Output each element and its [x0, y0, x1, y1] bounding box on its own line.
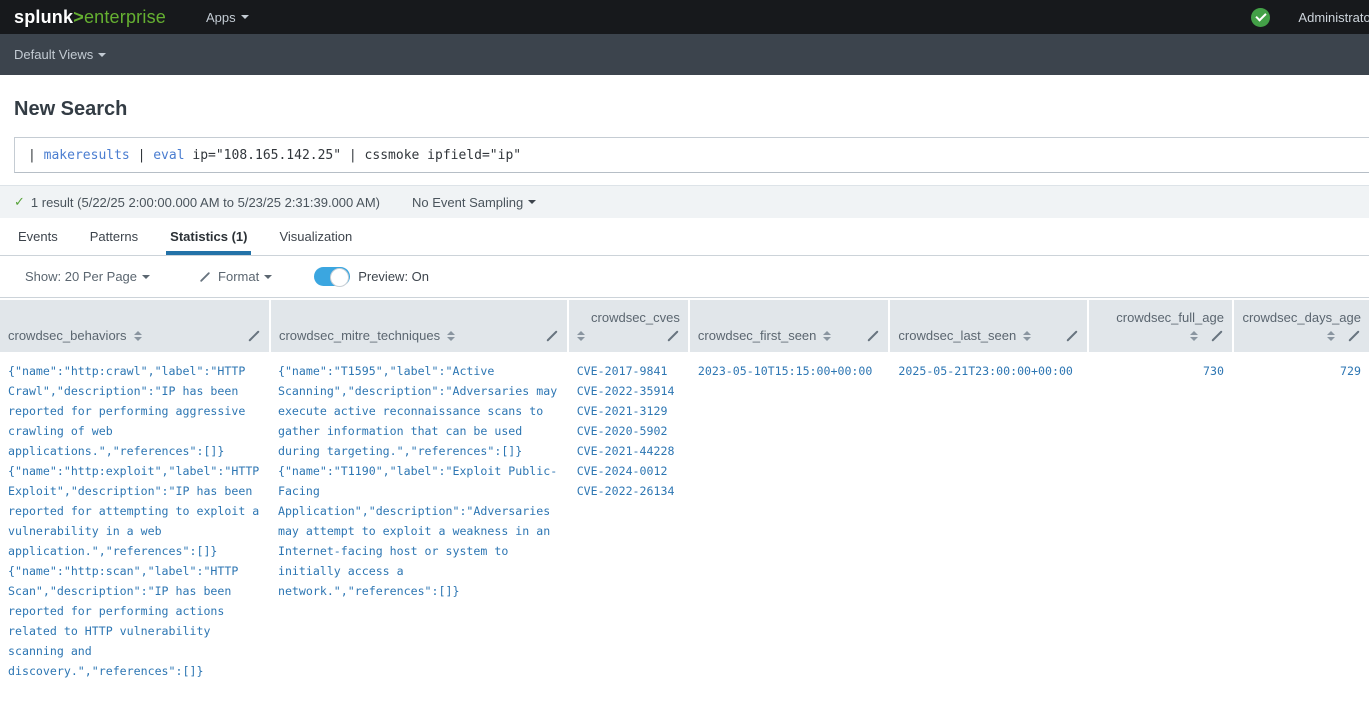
- multivalue-item[interactable]: {"name":"http:scan","label":"HTTP Scan",…: [8, 561, 261, 681]
- multivalue-item[interactable]: CVE-2022-35914: [577, 381, 680, 401]
- user-menu[interactable]: Administrator: [1298, 10, 1369, 25]
- tab-statistics[interactable]: Statistics (1): [166, 229, 251, 255]
- chevron-down-icon: [98, 53, 106, 57]
- multivalue-item[interactable]: CVE-2017-9841: [577, 361, 680, 381]
- edit-column-icon[interactable]: [666, 329, 680, 343]
- event-sampling-menu[interactable]: No Event Sampling: [412, 195, 536, 210]
- column-header-crowdsec-cves[interactable]: crowdsec_cves: [569, 300, 688, 352]
- edit-column-icon[interactable]: [1065, 329, 1079, 343]
- sort-icon[interactable]: [577, 331, 585, 341]
- column-label: crowdsec_behaviors: [8, 328, 127, 343]
- format-label: Format: [218, 269, 259, 284]
- edit-column-icon[interactable]: [1347, 329, 1361, 343]
- logo-text-splunk: splunk: [14, 7, 73, 27]
- cell-crowdsec-last-seen[interactable]: 2025-05-21T23:00:00+00:00: [890, 352, 1087, 690]
- result-summary-text: 1 result (5/22/25 2:00:00.000 AM to 5/23…: [31, 195, 380, 210]
- logo-text-gt: >: [73, 7, 84, 27]
- search-query-input[interactable]: | makeresults | eval ip="108.165.142.25"…: [15, 148, 521, 163]
- column-header-crowdsec-behaviors[interactable]: crowdsec_behaviors: [0, 300, 269, 352]
- query-pipe: |: [28, 148, 44, 163]
- sort-icon[interactable]: [1023, 331, 1031, 341]
- cell-crowdsec-days-age[interactable]: 729: [1234, 352, 1369, 690]
- column-label: crowdsec_first_seen: [698, 328, 817, 343]
- success-check-icon: ✓: [14, 194, 25, 210]
- logo-text-enterprise: enterprise: [84, 7, 166, 27]
- cell-crowdsec-mitre-techniques[interactable]: {"name":"T1595","label":"Active Scanning…: [271, 352, 567, 690]
- multivalue-item[interactable]: {"name":"T1595","label":"Active Scanning…: [278, 361, 560, 461]
- check-circle-icon: [1251, 8, 1270, 27]
- edit-column-icon[interactable]: [545, 329, 559, 343]
- column-label: crowdsec_full_age: [1116, 310, 1224, 325]
- per-page-dropdown[interactable]: Show: 20 Per Page: [25, 269, 150, 284]
- table-row: {"name":"http:crawl","label":"HTTP Crawl…: [0, 352, 1369, 690]
- column-header-crowdsec-days-age[interactable]: crowdsec_days_age: [1234, 300, 1369, 352]
- results-tabs: Events Patterns Statistics (1) Visualiza…: [0, 218, 1369, 256]
- multivalue-item[interactable]: CVE-2024-0012: [577, 461, 680, 481]
- page-header: New Search: [0, 75, 1369, 121]
- query-pipe: |: [130, 148, 153, 163]
- event-sampling-label: No Event Sampling: [412, 195, 523, 210]
- apps-menu[interactable]: Apps: [206, 10, 249, 25]
- multivalue-item[interactable]: CVE-2022-26134: [577, 481, 680, 501]
- column-header-crowdsec-last-seen[interactable]: crowdsec_last_seen: [890, 300, 1087, 352]
- chevron-down-icon: [528, 200, 536, 204]
- column-label: crowdsec_mitre_techniques: [279, 328, 440, 343]
- column-label: crowdsec_last_seen: [898, 328, 1016, 343]
- query-command-makeresults: makeresults: [44, 148, 130, 163]
- query-command-eval: eval: [153, 148, 184, 163]
- preview-toggle[interactable]: [314, 267, 350, 286]
- format-menu[interactable]: Format: [198, 269, 272, 284]
- column-header-crowdsec-mitre-techniques[interactable]: crowdsec_mitre_techniques: [271, 300, 567, 352]
- cell-crowdsec-behaviors[interactable]: {"name":"http:crawl","label":"HTTP Crawl…: [0, 352, 269, 690]
- sort-icon[interactable]: [447, 331, 455, 341]
- table-controls: Show: 20 Per Page Format Preview: On: [0, 256, 1369, 298]
- tab-events[interactable]: Events: [14, 229, 62, 255]
- page-title: New Search: [14, 97, 1369, 121]
- default-views-menu[interactable]: Default Views: [14, 47, 106, 62]
- default-views-label: Default Views: [14, 47, 93, 62]
- edit-column-icon[interactable]: [1210, 329, 1224, 343]
- preview-toggle-label: Preview: On: [358, 269, 429, 284]
- splunk-logo[interactable]: splunk>enterprise: [14, 7, 166, 28]
- cell-crowdsec-full-age[interactable]: 730: [1089, 352, 1232, 690]
- chevron-down-icon: [241, 15, 249, 19]
- tab-visualization[interactable]: Visualization: [275, 229, 356, 255]
- result-summary-bar: ✓ 1 result (5/22/25 2:00:00.000 AM to 5/…: [0, 185, 1369, 218]
- pencil-icon: [199, 270, 212, 283]
- multivalue-item[interactable]: {"name":"http:crawl","label":"HTTP Crawl…: [8, 361, 261, 461]
- column-header-crowdsec-first-seen[interactable]: crowdsec_first_seen: [690, 300, 889, 352]
- column-label: crowdsec_days_age: [1242, 310, 1361, 325]
- sort-icon[interactable]: [1327, 331, 1335, 341]
- edit-column-icon[interactable]: [247, 329, 261, 343]
- multivalue-item[interactable]: CVE-2021-44228: [577, 441, 680, 461]
- per-page-label: Show: 20 Per Page: [25, 269, 137, 284]
- tab-patterns[interactable]: Patterns: [86, 229, 142, 255]
- table-header-row: crowdsec_behaviors crowdsec_mitre_techni…: [0, 300, 1369, 352]
- column-label: crowdsec_cves: [591, 310, 680, 325]
- sort-icon[interactable]: [134, 331, 142, 341]
- chevron-down-icon: [142, 275, 150, 279]
- cell-crowdsec-first-seen[interactable]: 2023-05-10T15:15:00+00:00: [690, 352, 889, 690]
- top-navigation-bar: splunk>enterprise Apps Administrator: [0, 0, 1369, 34]
- chevron-down-icon: [264, 275, 272, 279]
- multivalue-item[interactable]: CVE-2020-5902: [577, 421, 680, 441]
- column-header-crowdsec-full-age[interactable]: crowdsec_full_age: [1089, 300, 1232, 352]
- multivalue-item[interactable]: CVE-2021-3129: [577, 401, 680, 421]
- edit-column-icon[interactable]: [866, 329, 880, 343]
- apps-menu-label: Apps: [206, 10, 236, 25]
- app-bar: Default Views: [0, 34, 1369, 75]
- sort-icon[interactable]: [1190, 331, 1198, 341]
- cell-crowdsec-cves[interactable]: CVE-2017-9841CVE-2022-35914CVE-2021-3129…: [569, 352, 688, 690]
- query-args: ip="108.165.142.25" | cssmoke ipfield="i…: [185, 148, 522, 163]
- sort-icon[interactable]: [823, 331, 831, 341]
- statistics-table: crowdsec_behaviors crowdsec_mitre_techni…: [0, 300, 1369, 690]
- multivalue-item[interactable]: {"name":"http:exploit","label":"HTTP Exp…: [8, 461, 261, 561]
- search-bar[interactable]: | makeresults | eval ip="108.165.142.25"…: [14, 137, 1369, 173]
- multivalue-item[interactable]: {"name":"T1190","label":"Exploit Public-…: [278, 461, 560, 601]
